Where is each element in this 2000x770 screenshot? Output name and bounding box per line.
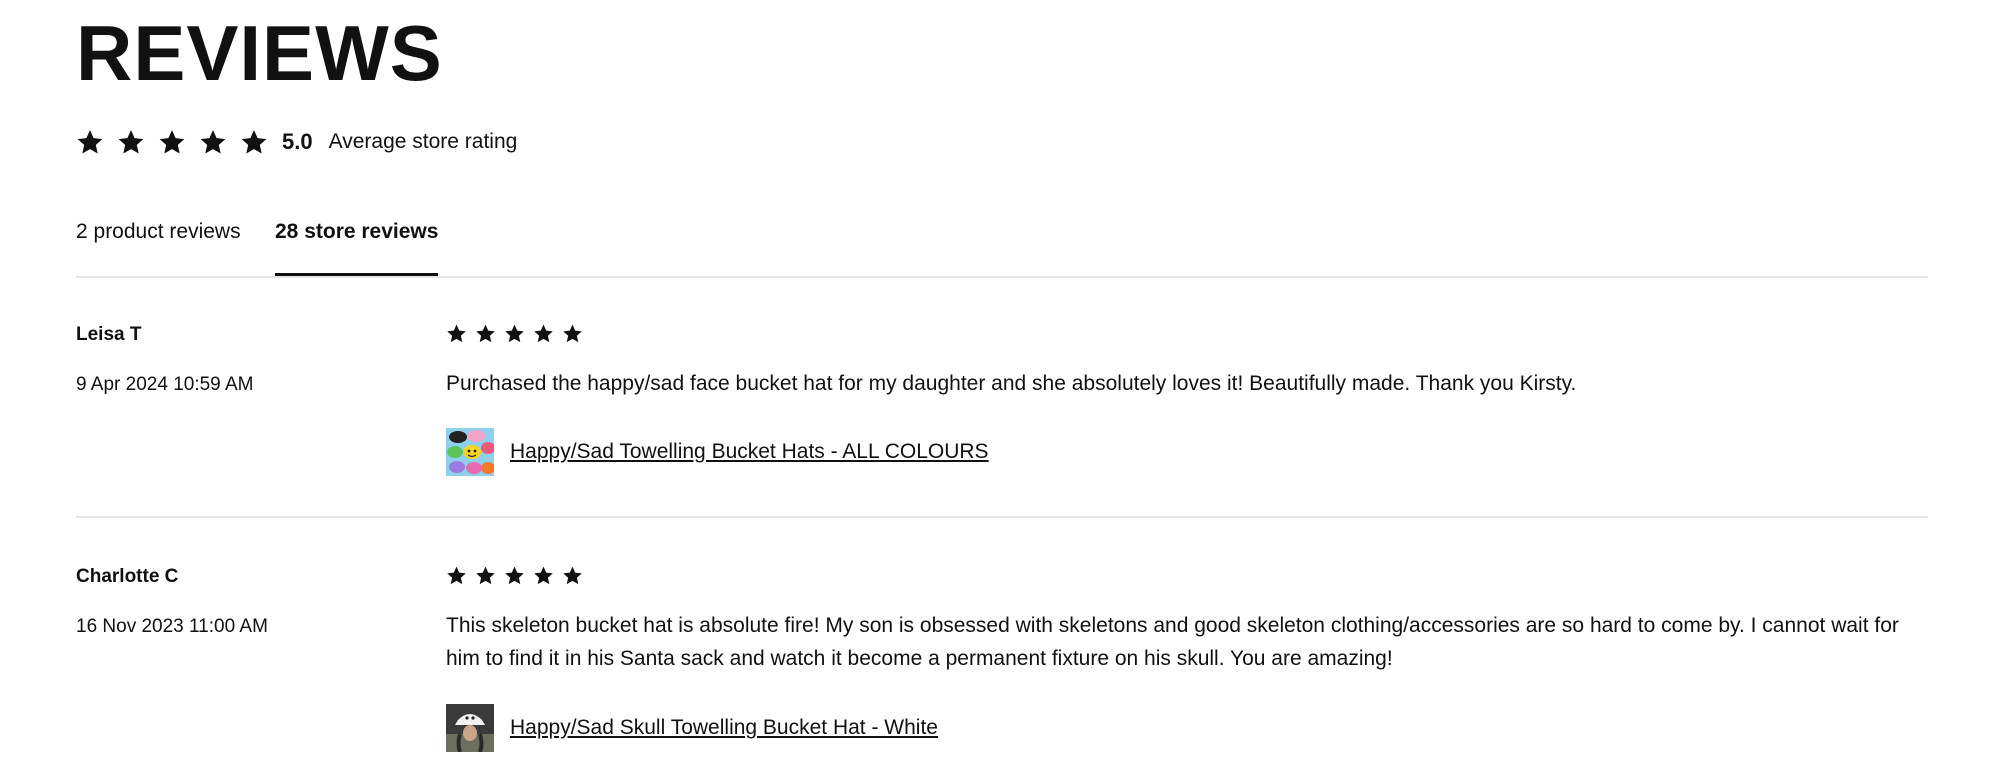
skull-bucket-hat-thumbnail (446, 704, 494, 752)
review-text: This skeleton bucket hat is absolute fir… (446, 614, 1899, 670)
review-date: 16 Nov 2023 11:00 AM (76, 616, 268, 637)
star-icon (534, 566, 553, 585)
review-item: Charlotte C 16 Nov 2023 11:00 AM This sk… (76, 518, 1928, 770)
star-icon (241, 130, 267, 154)
star-icon (118, 130, 144, 154)
star-icon (563, 566, 582, 585)
review-author: Leisa T (76, 324, 142, 345)
product-name-link[interactable]: Happy/Sad Towelling Bucket Hats - ALL CO… (510, 440, 989, 464)
review-text: Purchased the happy/sad face bucket hat … (446, 372, 1577, 395)
review-item: Leisa T 9 Apr 2024 10:59 AM Purchased th… (76, 276, 1928, 518)
star-icon (447, 566, 466, 585)
review-date: 9 Apr 2024 10:59 AM (76, 374, 254, 395)
star-icon (200, 130, 226, 154)
product-name-link[interactable]: Happy/Sad Skull Towelling Bucket Hat - W… (510, 716, 938, 740)
reviews-section: REVIEWS 5.0 Average store rating 2 produ… (0, 0, 2000, 770)
average-rating-value: 5.0 (282, 129, 313, 154)
star-icon (77, 130, 103, 154)
review-tabs: 2 product reviews 28 store reviews (76, 210, 1928, 278)
average-rating-stars (76, 128, 268, 156)
review-product-link[interactable]: Happy/Sad Skull Towelling Bucket Hat - W… (446, 704, 938, 752)
review-product-link[interactable]: Happy/Sad Towelling Bucket Hats - ALL CO… (446, 428, 989, 476)
tab-product-reviews[interactable]: 2 product reviews (76, 220, 241, 274)
star-icon (505, 324, 524, 343)
star-icon (476, 566, 495, 585)
star-icon (505, 566, 524, 585)
review-stars (446, 323, 583, 344)
multicolor-bucket-hats-thumbnail (446, 428, 494, 476)
star-icon (563, 324, 582, 343)
review-stars (446, 565, 583, 586)
star-icon (476, 324, 495, 343)
page-title: REVIEWS (76, 9, 443, 97)
star-icon (534, 324, 553, 343)
average-rating-label: Average store rating (328, 130, 518, 153)
average-rating-summary: 5.0 Average store rating (76, 124, 517, 160)
star-icon (447, 324, 466, 343)
star-icon (159, 130, 185, 154)
review-author: Charlotte C (76, 566, 179, 587)
tab-store-reviews[interactable]: 28 store reviews (275, 220, 439, 276)
